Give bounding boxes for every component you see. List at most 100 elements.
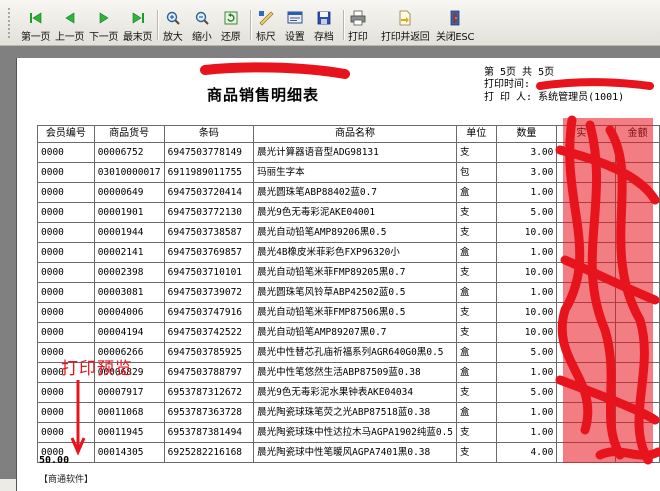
cell-price [556, 222, 617, 243]
print-and-return-button[interactable]: 打印并返回 [381, 8, 430, 44]
restore-button[interactable]: 还原 [221, 8, 241, 44]
cell-barcode: 6947503769857 [163, 242, 255, 263]
cell-unit: 支 [456, 322, 497, 343]
cell-price [556, 402, 617, 423]
col-header-barcode: 条码 [163, 125, 255, 143]
cell-code: 00004006 [93, 302, 165, 323]
cell-qty: 4.00 [495, 442, 558, 463]
next-page-button[interactable]: 下一页 [89, 8, 118, 44]
table-row: 0000 00001944 6947503738587 晨光自动铅笔AMP89206黑… [37, 222, 660, 243]
cell-name: 玛丽生字本 [253, 162, 458, 183]
cell-price [556, 282, 617, 303]
table-row: 0000 00001901 6947503772130 晨光9色无毒彩泥AKE0400… [37, 202, 660, 223]
cell-barcode: 6925282216168 [163, 442, 255, 463]
cell-amount [615, 322, 660, 343]
cell-price [556, 322, 617, 343]
first-page-icon [29, 12, 41, 24]
cell-amount [615, 342, 660, 363]
print-preview-area[interactable]: 商品销售明细表 第 5页 共 5页 打印时间: 打 印 人: 系统管理员(100… [0, 46, 660, 491]
cell-amount [615, 382, 660, 403]
cell-unit: 支 [456, 302, 497, 323]
col-header-code: 商品货号 [93, 125, 165, 143]
cell-name: 晨光自动铅笔米菲FMP87506黑0.5 [253, 302, 458, 323]
cell-member: 0000 [37, 162, 95, 183]
settings-button[interactable]: 设置 [285, 8, 305, 44]
col-header-amount: 金额 [615, 125, 660, 143]
print-button[interactable]: 打印 [348, 8, 368, 44]
first-page-label: 第一页 [21, 32, 51, 43]
cell-barcode: 6947503747916 [163, 302, 255, 323]
toolbar-separator [250, 10, 252, 40]
save-icon [317, 11, 331, 25]
cell-unit: 支 [456, 142, 497, 163]
cell-code: 00004194 [93, 322, 165, 343]
total-amount: 50.00 [39, 455, 70, 466]
cell-name: 晨光4B橡皮米菲彩色FXP96320小 [253, 242, 458, 263]
next-page-label: 下一页 [89, 32, 119, 43]
cell-amount [615, 242, 660, 263]
cell-code: 00000649 [93, 182, 165, 203]
print-return-icon [399, 10, 411, 26]
col-header-member: 会员编号 [37, 125, 95, 143]
ruler-label: 标尺 [256, 32, 276, 43]
cell-barcode: 6947503739072 [163, 282, 255, 303]
first-page-button[interactable]: 第一页 [21, 8, 50, 44]
cell-amount [615, 222, 660, 243]
cell-name: 晨光圆珠笔风铃草ABP42502蓝0.5 [253, 282, 458, 303]
zoom-in-label: 放大 [163, 32, 183, 43]
cell-member: 0000 [37, 382, 95, 403]
next-page-icon [99, 12, 109, 24]
table-row: 0000 00000649 6947503720414 晨光圆珠笔ABP88402蓝0… [37, 182, 660, 203]
table-row: 0000 00006752 6947503778149 晨光计算器语音型ADG9813… [37, 142, 660, 163]
col-header-name: 商品名称 [253, 125, 458, 143]
cell-qty: 3.00 [495, 162, 558, 183]
cell-member: 0000 [37, 262, 95, 283]
save-label: 存档 [314, 32, 334, 43]
cell-barcode: 6947503710101 [163, 262, 255, 283]
cell-unit: 支 [456, 382, 497, 403]
cell-barcode: 6947503742522 [163, 322, 255, 343]
ruler-button[interactable]: 标尺 [256, 8, 276, 44]
cell-qty: 1.00 [495, 402, 558, 423]
cell-unit: 盒 [456, 282, 497, 303]
cell-price [556, 242, 617, 263]
zoom-in-icon [166, 11, 180, 25]
toolbar-grip[interactable] [8, 8, 14, 38]
printer-info: 打 印 人: 系统管理员(1001) [484, 92, 625, 103]
close-button[interactable]: 关闭ESC [436, 8, 474, 44]
toolbar: 第一页 上一页 下一页 最末页 放大 缩小 还原 标尺 设置 存档 打印 打印并… [0, 0, 660, 46]
sales-detail-table: 会员编号 商品货号 条码 商品名称 单位 数量 实价 金额 0000 000067… [37, 125, 660, 463]
cell-amount [615, 442, 660, 463]
last-page-label: 最末页 [123, 32, 153, 43]
table-header-row: 会员编号 商品货号 条码 商品名称 单位 数量 实价 金额 [37, 125, 660, 143]
cell-code: 00003081 [93, 282, 165, 303]
cell-unit: 盒 [456, 182, 497, 203]
prev-page-button[interactable]: 上一页 [55, 8, 84, 44]
last-page-button[interactable]: 最末页 [123, 8, 152, 44]
cell-unit: 支 [456, 202, 497, 223]
cell-qty: 10.00 [495, 322, 558, 343]
cell-price [556, 302, 617, 323]
zoom-in-button[interactable]: 放大 [163, 8, 183, 44]
cell-barcode: 6953787381494 [163, 422, 255, 443]
cell-barcode: 6947503778149 [163, 142, 255, 163]
cell-member: 0000 [37, 182, 95, 203]
cell-code: 00006752 [93, 142, 165, 163]
toolbar-separator [157, 10, 159, 40]
cell-price [556, 182, 617, 203]
cell-barcode: 6911989011755 [163, 162, 255, 183]
cell-amount [615, 142, 660, 163]
cell-price [556, 142, 617, 163]
cell-qty: 1.00 [495, 182, 558, 203]
cell-member: 0000 [37, 422, 95, 443]
report-title: 商品销售明细表 [207, 86, 320, 104]
cell-barcode: 6953787312672 [163, 382, 255, 403]
table-row: 0000 00004194 6947503742522 晨光自动铅笔AMP89207黑… [37, 322, 660, 343]
cell-qty: 1.00 [495, 362, 558, 383]
cell-qty: 5.00 [495, 202, 558, 223]
cell-member: 0000 [37, 302, 95, 323]
save-button[interactable]: 存档 [314, 8, 334, 44]
cell-barcode: 6953787363728 [163, 402, 255, 423]
zoom-out-icon [195, 11, 209, 25]
zoom-out-button[interactable]: 缩小 [192, 8, 212, 44]
